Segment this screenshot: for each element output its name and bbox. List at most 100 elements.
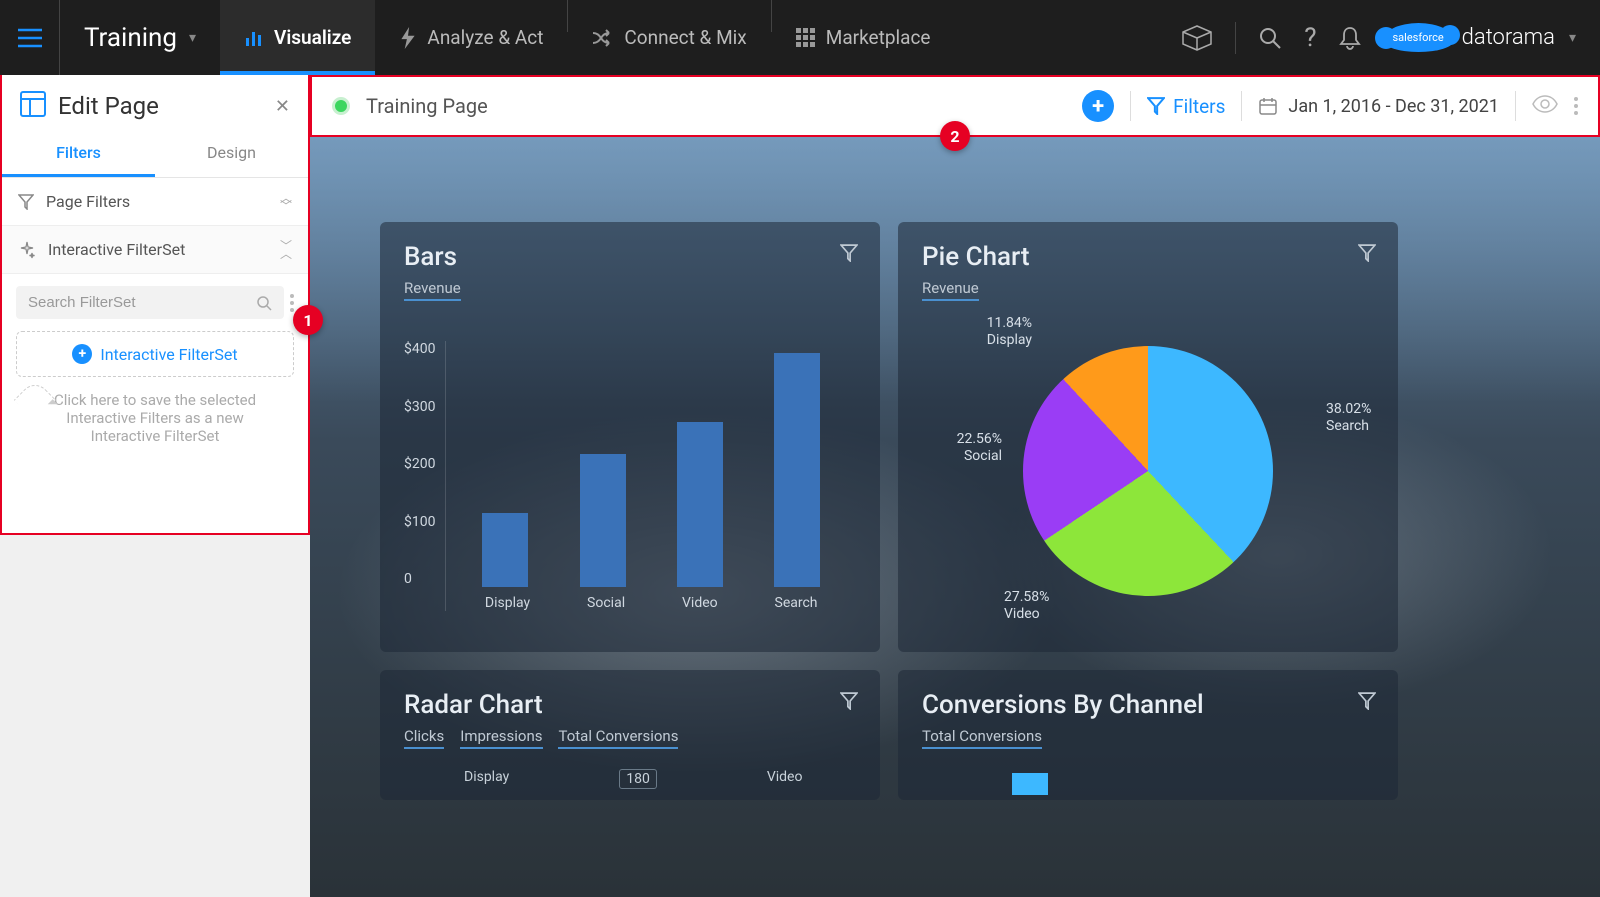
- collapse-icon[interactable]: ﹀︿: [280, 242, 292, 258]
- filters-button[interactable]: Filters: [1147, 95, 1225, 118]
- chevron-down-icon[interactable]: ▾: [1569, 30, 1576, 46]
- widget-metric: Clicks: [404, 727, 444, 749]
- brand-text: datorama: [1462, 25, 1555, 50]
- bar-social: [580, 454, 626, 587]
- preview-icon[interactable]: [1532, 95, 1558, 117]
- plus-circle-icon: +: [72, 344, 92, 364]
- layout-icon: [20, 91, 46, 121]
- bell-icon[interactable]: [1339, 26, 1361, 50]
- add-widget-button[interactable]: +: [1082, 90, 1114, 122]
- filter-icon[interactable]: [1358, 244, 1376, 266]
- filter-icon[interactable]: [840, 244, 858, 266]
- tab-analyze[interactable]: Analyze & Act: [375, 0, 567, 75]
- filter-icon[interactable]: [840, 692, 858, 714]
- calendar-icon: [1258, 96, 1278, 116]
- close-icon[interactable]: ✕: [275, 96, 290, 117]
- widget-metric: Revenue: [922, 279, 979, 301]
- filter-icon: [1147, 97, 1165, 115]
- add-interactive-filterset-button[interactable]: + Interactive FilterSet: [16, 331, 294, 377]
- page-title: Training Page: [366, 94, 1066, 118]
- section-label: Page Filters: [46, 192, 130, 211]
- button-label: Interactive FilterSet: [100, 345, 237, 364]
- tab-label: Visualize: [274, 26, 351, 49]
- panel-title: Edit Page: [58, 92, 263, 120]
- chevron-down-icon: ▾: [189, 30, 196, 46]
- widget-metric: Total Conversions: [922, 727, 1042, 749]
- tab-label: Analyze & Act: [427, 26, 543, 49]
- help-icon[interactable]: ?: [1304, 23, 1316, 53]
- widget-metric: Impressions: [460, 727, 542, 749]
- brand: salesforce datorama ▾: [1383, 23, 1577, 52]
- shuffle-icon: [592, 29, 614, 47]
- filter-icon[interactable]: [1358, 692, 1376, 714]
- pie-chart: 11.84%Display 22.56%Social 38.02%Search …: [922, 321, 1374, 621]
- search-input[interactable]: [28, 294, 256, 311]
- search-filterset-input[interactable]: [16, 286, 284, 319]
- xtick: Display: [485, 595, 530, 611]
- date-range-text: Jan 1, 2016 - Dec 31, 2021: [1288, 96, 1499, 117]
- lightning-icon: [399, 27, 417, 49]
- section-page-filters[interactable]: Page Filters ︿﹀: [2, 178, 308, 226]
- ytick: $300: [404, 399, 435, 415]
- tab-marketplace[interactable]: Marketplace: [772, 0, 955, 75]
- xtick: Search: [775, 595, 818, 611]
- widget-pie[interactable]: Pie Chart Revenue 11.84%Display 22.56%So…: [898, 222, 1398, 652]
- ytick: $100: [404, 514, 435, 530]
- more-menu-icon[interactable]: [1574, 97, 1578, 115]
- divider: [1515, 91, 1516, 121]
- widget-radar[interactable]: Radar Chart Clicks Impressions Total Con…: [380, 670, 880, 800]
- callout-2: 2: [940, 121, 970, 151]
- tab-visualize[interactable]: Visualize: [220, 0, 375, 75]
- bar-chart: $400 $300 $200 $100 0: [404, 341, 856, 611]
- radar-cat: Display: [464, 769, 509, 789]
- ytick: $200: [404, 456, 435, 472]
- section-label: Interactive FilterSet: [48, 240, 185, 259]
- widget-metric: Revenue: [404, 279, 461, 301]
- edit-page-panel: 1 Edit Page ✕ Filters Design Page Filter…: [0, 75, 310, 535]
- bar-chart-icon: [244, 28, 264, 48]
- widget-title: Pie Chart: [922, 242, 1374, 272]
- sparkle-icon: [18, 241, 36, 259]
- pie-label-video: 27.58%Video: [1004, 589, 1084, 623]
- cube-icon[interactable]: [1181, 25, 1213, 51]
- date-range-picker[interactable]: Jan 1, 2016 - Dec 31, 2021: [1258, 96, 1499, 117]
- salesforce-cloud-icon: salesforce: [1383, 23, 1454, 52]
- ytick: $400: [404, 341, 435, 357]
- widget-title: Radar Chart: [404, 690, 856, 720]
- button-label: Filters: [1173, 95, 1225, 118]
- subtab-filters[interactable]: Filters: [2, 131, 155, 177]
- xtick: Social: [587, 595, 625, 611]
- status-live-icon: [332, 97, 350, 115]
- widget-title: Conversions By Channel: [922, 690, 1374, 720]
- hint-arrow-icon: [14, 379, 56, 421]
- bar-display: [482, 513, 528, 587]
- menu-icon[interactable]: [0, 0, 60, 75]
- xtick: Video: [682, 595, 718, 611]
- divider: [1130, 91, 1131, 121]
- widget-metric: Total Conversions: [558, 727, 678, 749]
- widget-title: Bars: [404, 242, 856, 272]
- grid-icon: [796, 28, 816, 48]
- subtab-design[interactable]: Design: [155, 131, 308, 177]
- divider: [1241, 91, 1242, 121]
- widget-conversions[interactable]: Conversions By Channel Total Conversions: [898, 670, 1398, 800]
- more-menu-icon[interactable]: [290, 294, 294, 312]
- expand-icon[interactable]: ︿﹀: [280, 194, 292, 210]
- radar-cat: Video: [767, 769, 803, 789]
- ytick: 0: [404, 571, 435, 587]
- widget-bars[interactable]: Bars Revenue $400 $300 $200 $100 0: [380, 222, 880, 652]
- section-interactive-filterset[interactable]: Interactive FilterSet ﹀︿: [2, 226, 308, 274]
- tab-connect[interactable]: Connect & Mix: [568, 0, 770, 75]
- conv-bar: [1012, 773, 1048, 795]
- workspace-name: Training: [84, 23, 177, 53]
- pie-label-display: 11.84%Display: [962, 315, 1032, 349]
- bar-search: [774, 353, 820, 587]
- nav-tabs: Visualize Analyze & Act Connect & Mix Ma…: [220, 0, 954, 75]
- hint-text: Click here to save the selected Interact…: [2, 391, 308, 465]
- search-icon: [256, 295, 272, 311]
- callout-1: 1: [293, 305, 323, 335]
- search-icon[interactable]: [1258, 26, 1282, 50]
- workspace-selector[interactable]: Training ▾: [60, 23, 220, 53]
- pie-label-social: 22.56%Social: [922, 431, 1002, 465]
- radar-value: 180: [619, 769, 657, 789]
